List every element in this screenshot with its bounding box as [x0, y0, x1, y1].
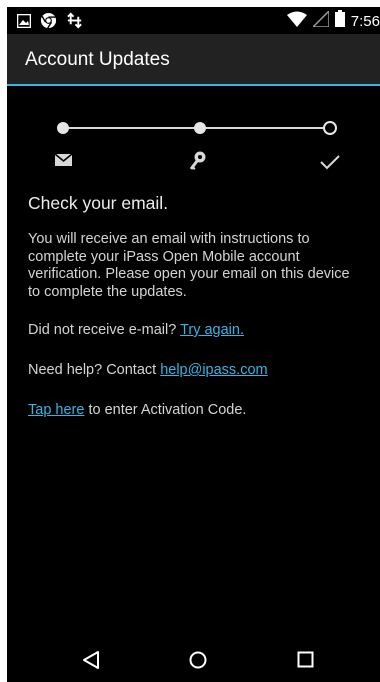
- help-email-link[interactable]: help@ipass.com: [160, 362, 267, 378]
- battery-icon: [334, 10, 345, 32]
- step-1-marker: [57, 122, 69, 134]
- activation-text: to enter Activation Code.: [84, 402, 247, 418]
- app-bar: Account Updates: [7, 34, 380, 86]
- status-bar-notifications: [16, 12, 83, 34]
- navigation-bar: [7, 637, 380, 682]
- progress-stepper: [7, 117, 380, 187]
- chrome-icon: [40, 12, 57, 34]
- wifi-icon: [286, 11, 307, 32]
- help-line: Need help? Contact help@ipass.com: [28, 361, 358, 379]
- help-prompt: Need help? Contact: [28, 362, 161, 378]
- key-icon: [189, 151, 207, 176]
- try-again-link[interactable]: Try again.: [180, 322, 244, 338]
- instructions-text: You will receive an email with instructi…: [28, 231, 350, 300]
- status-bar-system: 7:56: [286, 8, 380, 32]
- status-bar: 7:56: [7, 7, 380, 34]
- content-heading: Check your email.: [28, 193, 169, 213]
- cell-signal-icon: [310, 8, 330, 32]
- email-icon: [54, 153, 73, 171]
- home-icon[interactable]: [189, 651, 207, 674]
- tap-here-link[interactable]: Tap here: [28, 402, 84, 418]
- step-3-marker: [323, 121, 337, 135]
- recents-icon[interactable]: [297, 651, 314, 673]
- resend-prompt: Did not receive e-mail?: [28, 322, 181, 338]
- image-icon: [16, 13, 32, 33]
- resend-line: Did not receive e-mail? Try again.: [28, 321, 358, 339]
- back-icon[interactable]: [82, 651, 100, 674]
- phone-screen: 7:56 Account Updates Check your email. Y…: [7, 7, 380, 682]
- activation-line: Tap here to enter Activation Code.: [28, 401, 358, 419]
- step-2-marker: [194, 122, 206, 134]
- status-time: 7:56: [350, 12, 380, 30]
- page-title: Account Updates: [25, 49, 170, 70]
- usb-transfer-icon: [66, 12, 83, 34]
- checkmark-icon: [320, 155, 340, 175]
- email-check-content: Check your email. You will receive an em…: [28, 193, 358, 441]
